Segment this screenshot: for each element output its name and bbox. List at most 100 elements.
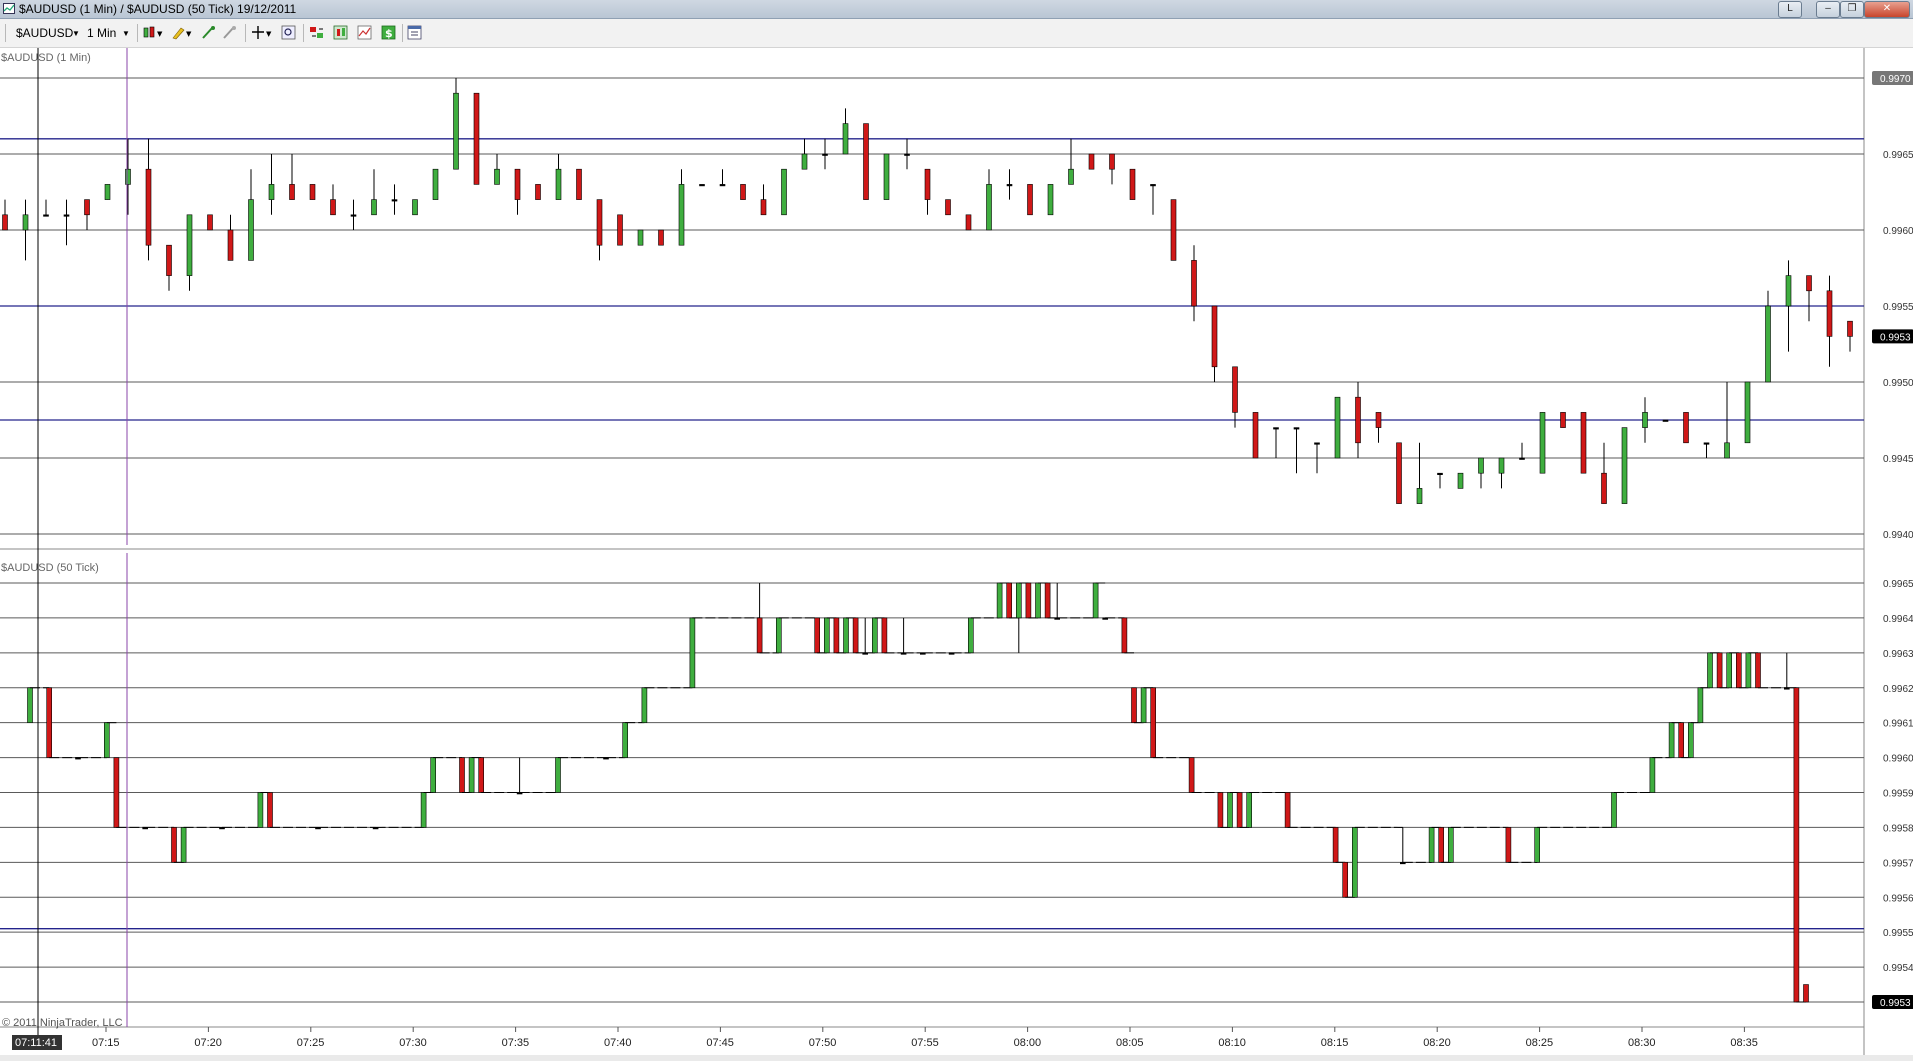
time-tick-label: 08:05 <box>1116 1037 1144 1049</box>
time-cursor-label: 07:11:41 <box>15 1037 57 1049</box>
panel1-candle-down <box>1252 412 1259 459</box>
time-tick-label: 08:00 <box>1014 1037 1042 1049</box>
panel1-candle-up <box>1314 442 1320 445</box>
panel1-ytick-label: 0.9945 <box>1883 454 1913 465</box>
panel1-candle-up <box>43 214 49 217</box>
panel1-candle-up <box>125 168 131 185</box>
panel2-bar-down <box>171 827 177 863</box>
panel1-candles <box>2 78 1853 504</box>
panel2-bar-up <box>1697 687 1704 723</box>
panel2-bar-up <box>1035 582 1041 619</box>
panel1-candle-up <box>1765 305 1771 383</box>
panel1-candle-up <box>1744 381 1751 444</box>
panel2-bar-up <box>996 582 1003 619</box>
panel1-candle-up <box>781 168 787 216</box>
panel2-bar-down <box>881 617 888 654</box>
panel2-bar-down <box>459 757 465 793</box>
panel1-candle-down <box>289 184 295 200</box>
panel2-bar-up <box>1448 827 1454 863</box>
panel2-bar-up <box>468 757 475 793</box>
panel1-ytick-label: 0.9955 <box>1883 302 1913 313</box>
panel1-candle-up <box>883 153 890 200</box>
time-tick-label: 08:15 <box>1321 1037 1349 1049</box>
panel1-candle-down <box>473 92 480 185</box>
panel2-bar-up <box>1092 582 1099 619</box>
panel1-candle-down <box>596 199 603 246</box>
panel2-bar-down <box>1236 792 1243 828</box>
panel2-ytick-label: 0.9962 <box>1883 684 1913 695</box>
panel2-bar-up <box>1428 827 1435 863</box>
panel1-candle-down <box>207 214 213 231</box>
panel2-bar-down <box>833 617 840 654</box>
panel1-candle-up <box>1006 184 1013 187</box>
panel2-bar-down <box>1736 652 1742 689</box>
panel2-ytick-label: 0.9955 <box>1883 928 1913 939</box>
panel1-candle-down <box>1129 168 1136 200</box>
panel1-candle-up <box>1068 168 1074 185</box>
panel2-bar-up <box>689 617 696 689</box>
panel1-candle-down <box>1396 442 1402 504</box>
panel1-candle-up <box>248 199 254 261</box>
panel1-candle-down <box>1826 290 1833 337</box>
panel1-ytick-label: 0.9950 <box>1883 378 1913 389</box>
time-tick-label: 07:55 <box>911 1037 939 1049</box>
copyright-text: © 2011 NinjaTrader, LLC <box>2 1017 123 1029</box>
panel1-candle-down <box>1806 275 1812 292</box>
panel2-bar-down <box>756 617 763 654</box>
panel1-candle-up <box>801 153 808 170</box>
time-tick-label: 07:45 <box>706 1037 734 1049</box>
panel2-bar-down <box>478 757 485 793</box>
panel2-bar-up <box>1246 792 1252 828</box>
panel2-ytick-label: 0.9956 <box>1883 893 1913 904</box>
time-tick-label: 08:35 <box>1730 1037 1758 1049</box>
panel2-bar-down <box>1803 984 1809 1003</box>
panel1-candle-up <box>1416 488 1423 504</box>
panel1-candle-down <box>945 199 951 216</box>
panel1-ytick-label: 0.9960 <box>1883 226 1913 237</box>
panel1-candle-down <box>658 229 664 246</box>
panel1-candle-up <box>1293 427 1300 430</box>
panel2-bar-down <box>1284 792 1291 828</box>
panel1-candle-down <box>84 199 90 216</box>
panel1-candle-down <box>576 168 582 200</box>
panel1-candle-up <box>1642 412 1648 428</box>
panel1-candle-down <box>1232 366 1238 413</box>
panel2-bar-down <box>1217 792 1224 828</box>
panel1-candle-down <box>535 184 541 200</box>
panel1-candle-up <box>432 168 439 200</box>
panel1-candle-up <box>494 168 500 185</box>
panel2-ytick-label: 0.9964 <box>1883 614 1913 625</box>
panel1-candle-up <box>822 153 828 156</box>
panel1-candle-up <box>637 229 644 246</box>
panel2-bar-down <box>1716 652 1723 689</box>
panel1-candle-down <box>1211 305 1218 368</box>
panel2-bar-up <box>1668 722 1675 758</box>
panel1-candle-down <box>1683 412 1689 444</box>
panel1-candle-up <box>371 199 377 216</box>
panel2-bar-up <box>775 617 782 654</box>
panel2-ytick-label: 0.9963 <box>1883 649 1913 660</box>
panel1-last-price-label: 0.9953 <box>1880 332 1911 343</box>
panel1-high-label: 0.9970 <box>1880 74 1911 85</box>
panel1-candle-down <box>1580 412 1587 474</box>
chart-area[interactable]: 0.9970 0.9965 0.9960 0.9955 0.9950 0.9945 0.99… <box>0 0 1913 1061</box>
panel2-ytick-label: 0.9961 <box>1883 719 1913 730</box>
panel1-candle-down <box>1109 153 1115 170</box>
panel1-candle-up <box>412 199 418 216</box>
panel2-bar-up <box>1649 757 1656 793</box>
panel2-bar-down <box>1678 722 1684 758</box>
time-tick-label: 07:50 <box>809 1037 837 1049</box>
panel2-bar-down <box>1505 827 1512 863</box>
time-tick-label: 08:30 <box>1628 1037 1656 1049</box>
panel1-candle-up <box>1703 442 1710 445</box>
panel1-candle-up <box>22 214 29 231</box>
panel1-ytick-label: 0.9940 <box>1883 530 1913 541</box>
panel2-bar-up <box>871 617 878 654</box>
panel1-candle-down <box>166 244 172 276</box>
panel2-bar-down <box>1342 862 1348 898</box>
time-tick-label: 07:25 <box>297 1037 325 1049</box>
time-tick-label: 08:20 <box>1423 1037 1451 1049</box>
panel1-candle-up <box>1273 427 1279 430</box>
panel1-candle-up <box>699 184 705 187</box>
panel1-candle-up <box>1437 472 1443 476</box>
